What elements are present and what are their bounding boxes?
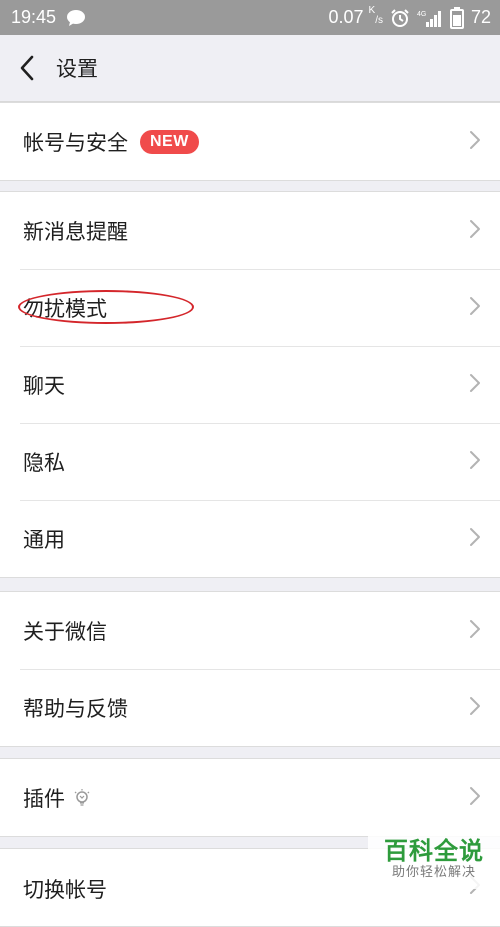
settings-item-account-security[interactable]: 帐号与安全 NEW [0, 103, 500, 180]
battery-level: 72 [470, 7, 491, 27]
settings-item-label: 关于微信 [23, 619, 107, 644]
chevron-right-icon [469, 130, 481, 154]
bulb-icon [73, 788, 91, 808]
settings-item-plugins[interactable]: 插件 [0, 759, 500, 836]
chevron-right-icon [469, 219, 481, 243]
new-badge: NEW [140, 129, 199, 154]
watermark: 百科全说 助你轻松解决 [368, 829, 500, 889]
status-time: 19:45 [11, 7, 57, 27]
settings-group-account: 帐号与安全 NEW [0, 102, 500, 181]
network-speed: 0.07 K/s [328, 5, 383, 27]
chevron-right-icon [469, 373, 481, 397]
settings-item-label: 通用 [23, 527, 65, 552]
chevron-right-icon [469, 619, 481, 643]
settings-item-label: 插件 [23, 786, 65, 811]
settings-item-about-wechat[interactable]: 关于微信 [0, 592, 500, 669]
settings-group-plugins: 插件 [0, 758, 500, 837]
chat-bubble-icon [66, 9, 86, 27]
settings-item-do-not-disturb[interactable]: 勿扰模式 [0, 269, 500, 346]
settings-item-new-message-alerts[interactable]: 新消息提醒 [0, 192, 500, 269]
chevron-right-icon [469, 786, 481, 810]
back-button[interactable] [2, 35, 52, 101]
status-right: 0.07 K/s 4G 72 [328, 0, 491, 35]
status-left: 19:45 [11, 0, 86, 35]
chevron-right-icon [469, 450, 481, 474]
status-bar: 19:45 0.07 K/s 4G 72 [0, 0, 500, 35]
settings-item-general[interactable]: 通用 [0, 500, 500, 577]
settings-item-label: 帮助与反馈 [23, 696, 128, 721]
chevron-right-icon [469, 527, 481, 551]
battery-icon [449, 6, 464, 29]
svg-text:4G: 4G [417, 11, 426, 18]
4g-signal-icon: 4G [417, 8, 443, 28]
title-bar: 设置 [0, 35, 500, 102]
settings-item-help-feedback[interactable]: 帮助与反馈 [0, 669, 500, 746]
settings-item-label: 切换帐号 [23, 878, 107, 902]
chevron-right-icon [469, 296, 481, 320]
alarm-icon [390, 8, 410, 28]
settings-item-label: 新消息提醒 [23, 219, 128, 244]
chevron-right-icon [469, 696, 481, 720]
settings-group-about: 关于微信 帮助与反馈 [0, 591, 500, 747]
watermark-subtitle: 助你轻松解决 [391, 865, 476, 880]
watermark-title: 百科全说 [384, 837, 484, 865]
page-title: 设置 [56, 57, 98, 81]
settings-item-chats[interactable]: 聊天 [0, 346, 500, 423]
settings-item-privacy[interactable]: 隐私 [0, 423, 500, 500]
settings-item-label: 勿扰模式 [23, 296, 107, 321]
back-arrow-icon [20, 55, 34, 81]
settings-item-label: 帐号与安全 [23, 130, 128, 155]
settings-item-label: 隐私 [23, 450, 65, 475]
settings-item-label: 聊天 [23, 373, 65, 398]
settings-group-general: 新消息提醒 勿扰模式 聊天 隐私 通用 [0, 191, 500, 578]
